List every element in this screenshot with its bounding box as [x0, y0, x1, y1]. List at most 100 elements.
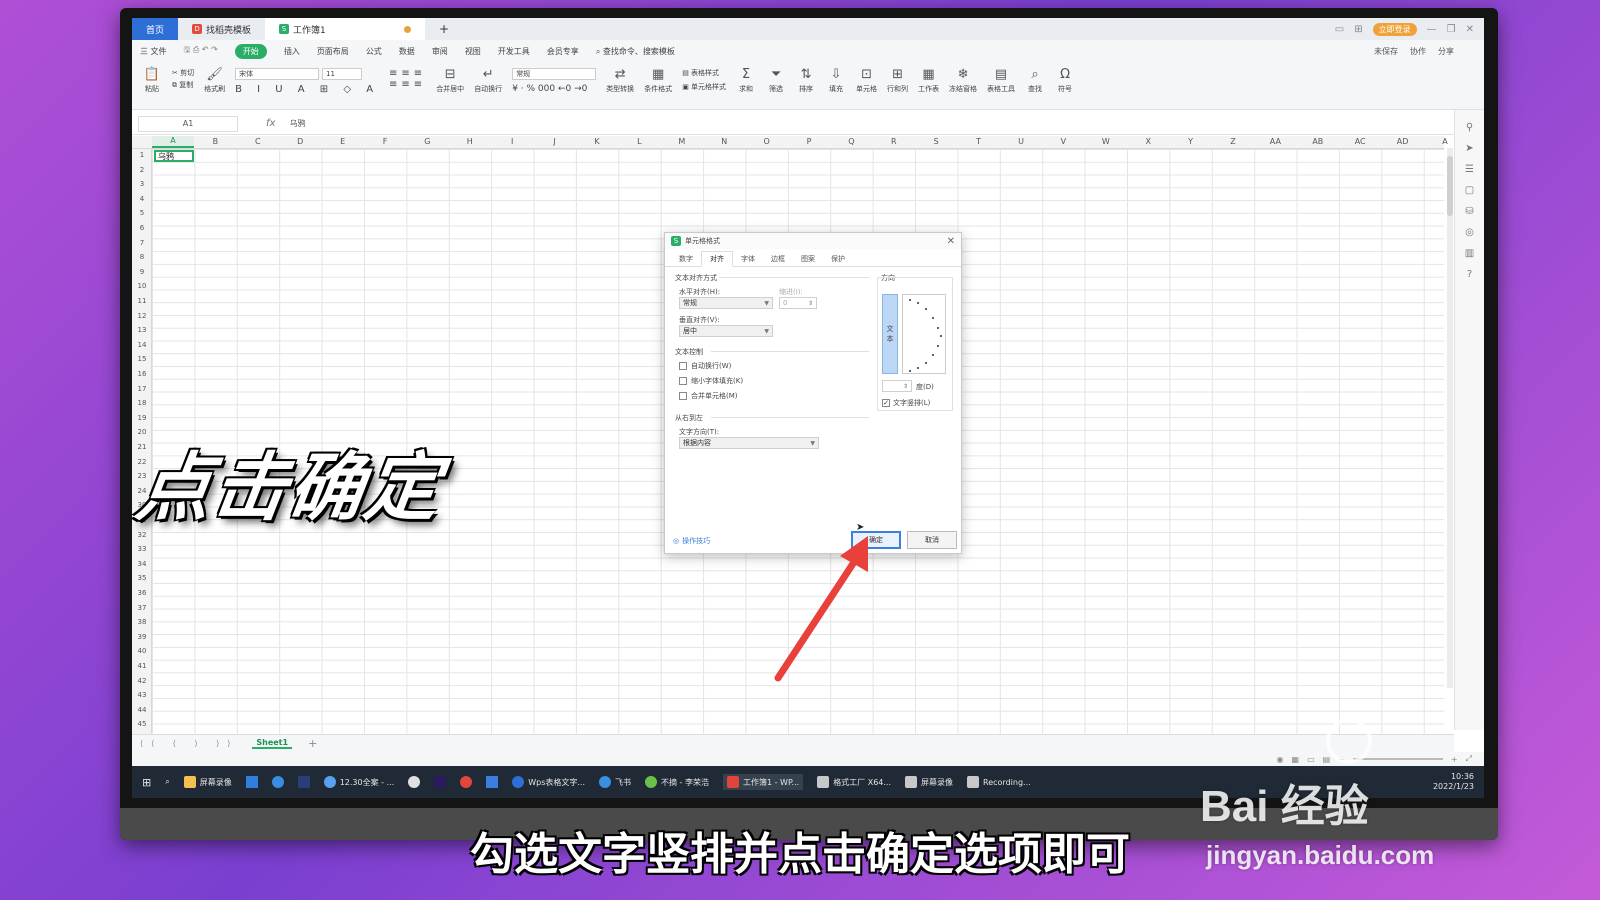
dialog-close-icon[interactable]: ✕: [947, 236, 955, 247]
menu-item-review[interactable]: 审阅: [432, 46, 448, 57]
row-header-9[interactable]: 9: [132, 268, 152, 276]
sidebar-pin-icon[interactable]: ⚲: [1466, 122, 1473, 133]
row-header-34[interactable]: 34: [132, 560, 152, 568]
row-header-35[interactable]: 35: [132, 574, 152, 582]
column-header-q[interactable]: Q: [830, 137, 872, 146]
row-header-14[interactable]: 14: [132, 341, 152, 349]
row-header-39[interactable]: 39: [132, 633, 152, 641]
scroll-thumb[interactable]: [1447, 156, 1453, 216]
premiere-icon[interactable]: [434, 776, 447, 788]
row-header-33[interactable]: 33: [132, 545, 152, 553]
sidebar-props-icon[interactable]: ☰: [1465, 164, 1474, 175]
taskbar-item-7[interactable]: 屏幕录像: [905, 776, 953, 788]
row-header-37[interactable]: 37: [132, 604, 152, 612]
quick-access-icons[interactable]: 🖫 ⎙ ↶ ↷: [184, 44, 218, 58]
horizontal-align-select[interactable]: 常规 ▼: [679, 297, 773, 309]
column-header-h[interactable]: H: [449, 137, 491, 146]
fill-button[interactable]: ⇩ 填充: [826, 68, 846, 94]
degree-stepper[interactable]: ⇕: [882, 380, 912, 392]
unsaved-status[interactable]: 未保存: [1374, 46, 1398, 57]
menu-item-member[interactable]: 会员专享: [547, 46, 579, 57]
row-header-3[interactable]: 3: [132, 180, 152, 188]
row-header-45[interactable]: 45: [132, 720, 152, 728]
new-tab-button[interactable]: +: [425, 18, 463, 40]
search-taskbar-icon[interactable]: ⌕: [165, 777, 169, 787]
column-header-r[interactable]: R: [873, 137, 915, 146]
browser-icon[interactable]: [271, 776, 284, 788]
table-style-button[interactable]: ▤ 表格样式: [682, 68, 719, 78]
font-name-select[interactable]: 宋体: [235, 68, 320, 80]
row-header-38[interactable]: 38: [132, 618, 152, 626]
sum-button[interactable]: Σ 求和: [736, 68, 756, 94]
row-header-7[interactable]: 7: [132, 239, 152, 247]
start-icon[interactable]: ⊞: [142, 776, 151, 789]
font-size-select[interactable]: 11: [322, 68, 363, 80]
tab-workbook[interactable]: S 工作簿1: [265, 18, 426, 40]
row-header-12[interactable]: 12: [132, 312, 152, 320]
column-header-ad[interactable]: AD: [1382, 137, 1424, 146]
row-header-8[interactable]: 8: [132, 253, 152, 261]
circle-app-icon[interactable]: [408, 776, 421, 788]
row-header-40[interactable]: 40: [132, 647, 152, 655]
menu-item-formula[interactable]: 公式: [366, 46, 382, 57]
apps-icon[interactable]: ⊞: [1354, 24, 1362, 35]
shrink-checkbox[interactable]: 缩小字体填充(K): [679, 376, 743, 386]
row-header-44[interactable]: 44: [132, 706, 152, 714]
menu-item-developer[interactable]: 开发工具: [498, 46, 530, 57]
cond-format-button[interactable]: ▦ 条件格式: [644, 68, 672, 94]
number-icons[interactable]: ¥ · % 000 ←0 →0: [512, 84, 587, 94]
column-header-c[interactable]: C: [237, 137, 279, 146]
row-header-42[interactable]: 42: [132, 677, 152, 685]
command-search[interactable]: ⌕ 查找命令、搜索模板: [596, 46, 675, 57]
column-header-s[interactable]: S: [915, 137, 957, 146]
sidebar-map-icon[interactable]: ◎: [1465, 227, 1474, 238]
dialog-tab-number[interactable]: 数字: [671, 251, 701, 267]
format-painter-button[interactable]: 🖌 格式刷: [204, 68, 225, 94]
vertical-scrollbar[interactable]: [1447, 148, 1453, 688]
taskbar-item-5[interactable]: 工作簿1 - WP...: [723, 774, 804, 790]
row-header-16[interactable]: 16: [132, 370, 152, 378]
indent-stepper[interactable]: 0 ⇕: [779, 297, 817, 309]
taskbar-item-8[interactable]: Recording...: [967, 776, 1031, 788]
column-header-w[interactable]: W: [1085, 137, 1127, 146]
sidebar-doc-icon[interactable]: ▢: [1465, 185, 1474, 196]
sheet-nav-arrows[interactable]: ⟨⟨ ⟨ ⟩ ⟩⟩: [140, 739, 238, 748]
symbol-button[interactable]: Ω 符号: [1055, 68, 1075, 94]
column-header-z[interactable]: Z: [1212, 137, 1254, 146]
column-header-f[interactable]: F: [364, 137, 406, 146]
column-header-e[interactable]: E: [322, 137, 364, 146]
taskbar-item-1[interactable]: 12.30全案 - ...: [323, 776, 394, 788]
find-button[interactable]: ⌕ 查找: [1025, 68, 1045, 94]
sidebar-backup-icon[interactable]: ⛁: [1465, 206, 1473, 217]
column-header-x[interactable]: X: [1127, 137, 1169, 146]
cut-button[interactable]: ✂ 剪切: [172, 68, 194, 78]
column-header-d[interactable]: D: [279, 137, 321, 146]
share-button[interactable]: 分享: [1438, 46, 1454, 57]
row-header-6[interactable]: 6: [132, 224, 152, 232]
menu-item-page-layout[interactable]: 页面布局: [317, 46, 349, 57]
orientation-dial[interactable]: [902, 294, 946, 374]
vertical-align-select[interactable]: 居中 ▼: [679, 325, 773, 337]
wrap-button[interactable]: ↵ 自动换行: [474, 68, 502, 94]
wrap-checkbox[interactable]: 自动换行(W): [679, 361, 731, 371]
dialog-tab-font[interactable]: 字体: [733, 251, 763, 267]
column-header-y[interactable]: Y: [1170, 137, 1212, 146]
row-header-43[interactable]: 43: [132, 691, 152, 699]
taskbar-item-0[interactable]: 屏幕录像: [183, 776, 232, 788]
minimize-icon[interactable]: —: [1427, 24, 1437, 35]
zoom-in-icon[interactable]: +: [1451, 755, 1458, 764]
add-sheet-button[interactable]: +: [308, 737, 317, 750]
sidebar-cursor-icon[interactable]: ➤: [1465, 143, 1473, 154]
row-header-13[interactable]: 13: [132, 326, 152, 334]
column-header-v[interactable]: V: [1042, 137, 1084, 146]
paste-button[interactable]: 📋 粘贴: [142, 68, 162, 94]
column-header-b[interactable]: B: [194, 137, 236, 146]
column-header-t[interactable]: T: [958, 137, 1000, 146]
merge-button[interactable]: ⊟ 合并居中: [436, 68, 464, 94]
sidebar-help-icon[interactable]: ?: [1467, 269, 1472, 280]
taskbar-clock[interactable]: 10:36 2022/1/23: [1433, 772, 1484, 792]
cancel-button[interactable]: 取消: [907, 531, 957, 549]
font-style-icons[interactable]: B I U A ⊞ ◇ A: [235, 84, 379, 95]
dialog-tab-align[interactable]: 对齐: [701, 251, 733, 267]
copy-button[interactable]: ⧉ 复制: [172, 80, 193, 90]
